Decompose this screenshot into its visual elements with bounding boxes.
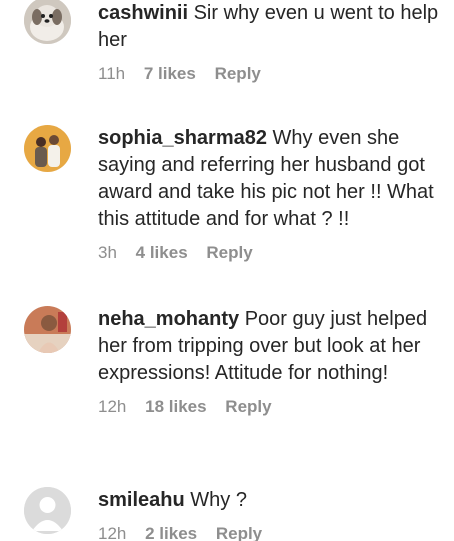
comment-likes[interactable]: 18 likes <box>145 396 206 418</box>
comment-username[interactable]: neha_mohanty <box>98 308 239 330</box>
comments-feed: cashwinii Sir why even u went to help he… <box>0 0 454 541</box>
comment-message: Why ? <box>190 489 247 511</box>
comment-likes[interactable]: 7 likes <box>144 63 196 85</box>
woman-avatar-icon[interactable] <box>24 306 71 353</box>
comment-text: smileahu Why ? <box>98 487 443 514</box>
reply-button[interactable]: Reply <box>216 523 262 541</box>
comment-time: 12h <box>98 397 127 416</box>
comment-likes[interactable]: 4 likes <box>136 242 188 264</box>
dog-avatar-icon[interactable] <box>24 0 71 44</box>
comment-text: neha_mohanty Poor guy just helped her fr… <box>98 306 443 387</box>
default-avatar-icon[interactable] <box>24 487 71 534</box>
comment-meta: 12h 18 likes Reply <box>98 396 443 418</box>
comment-text: cashwinii Sir why even u went to help he… <box>98 0 443 54</box>
reply-button[interactable]: Reply <box>225 396 271 418</box>
comment-likes[interactable]: 2 likes <box>145 523 197 541</box>
couple-avatar-icon[interactable] <box>24 125 71 172</box>
reply-button[interactable]: Reply <box>206 242 252 264</box>
comment-time: 11h <box>98 64 126 83</box>
reply-button[interactable]: Reply <box>215 63 261 85</box>
comment-meta: 3h 4 likes Reply <box>98 242 443 264</box>
comment-username[interactable]: smileahu <box>98 489 185 511</box>
comment-time: 12h <box>98 524 127 541</box>
comment-meta: 12h 2 likes Reply <box>98 523 443 541</box>
comment-time: 3h <box>98 243 117 262</box>
comment-meta: 11h 7 likes Reply <box>98 63 443 85</box>
comment-username[interactable]: cashwinii <box>98 2 188 24</box>
comment-username[interactable]: sophia_sharma82 <box>98 127 267 149</box>
comment-text: sophia_sharma82 Why even she saying and … <box>98 125 443 233</box>
